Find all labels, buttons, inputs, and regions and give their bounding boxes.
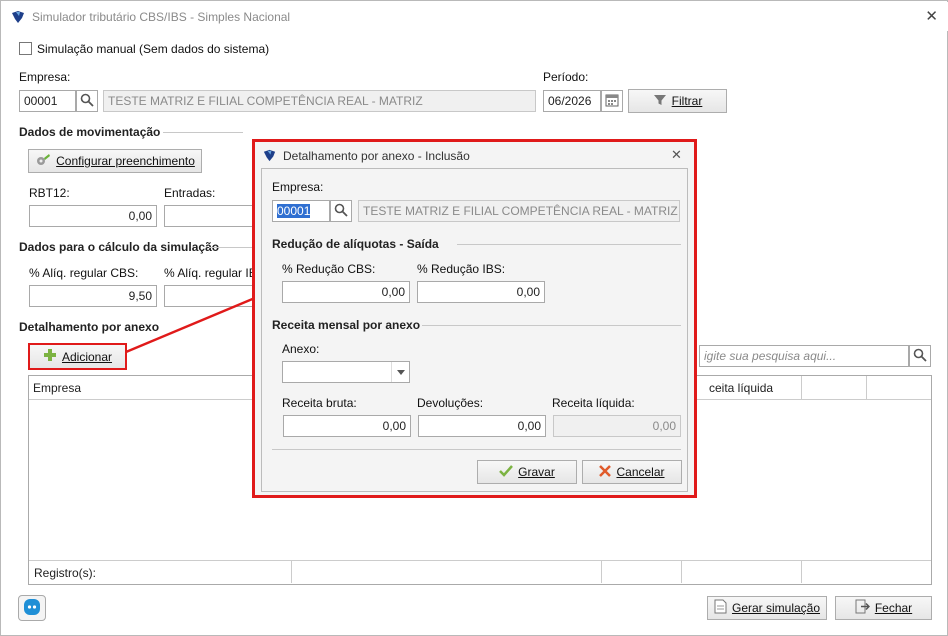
dialog-empresa-name-field: TESTE MATRIZ E FILIAL COMPETÊNCIA REAL -… bbox=[358, 200, 680, 222]
cancel-button-label: Cancelar bbox=[616, 465, 665, 479]
receita-section-title: Receita mensal por anexo bbox=[272, 318, 421, 332]
reducao-separator bbox=[457, 244, 681, 245]
anexo-select[interactable] bbox=[282, 361, 410, 383]
dialog-empresa-code-input[interactable]: 00001 bbox=[272, 200, 330, 222]
chevron-down-icon bbox=[391, 362, 409, 382]
search-icon bbox=[334, 203, 348, 220]
reducao-cbs-input[interactable]: 0,00 bbox=[282, 281, 410, 303]
dialog-logo-icon bbox=[262, 148, 277, 166]
devolucoes-label: Devoluções: bbox=[417, 396, 484, 410]
receita-liquida-label: Receita líquida: bbox=[552, 396, 635, 410]
devolucoes-input[interactable]: 0,00 bbox=[418, 415, 546, 437]
receita-liquida-field: 0,00 bbox=[553, 415, 681, 437]
receita-bruta-label: Receita bruta: bbox=[282, 396, 357, 410]
check-icon bbox=[499, 464, 514, 480]
close-icon bbox=[599, 464, 612, 480]
receita-separator bbox=[422, 325, 681, 326]
cancel-button[interactable]: Cancelar bbox=[582, 460, 682, 484]
dialog-empresa-code-text: 00001 bbox=[277, 204, 311, 218]
dialog-body: Empresa: 00001 TESTE MATRIZ E FILIAL COM… bbox=[261, 168, 688, 492]
reducao-cbs-label: % Redução CBS: bbox=[282, 262, 376, 276]
anexo-label: Anexo: bbox=[282, 342, 320, 356]
reducao-ibs-input[interactable]: 0,00 bbox=[417, 281, 545, 303]
inclusion-dialog: Detalhamento por anexo - Inclusão ✕ Empr… bbox=[252, 139, 697, 498]
receita-bruta-input[interactable]: 0,00 bbox=[283, 415, 411, 437]
save-button[interactable]: Gravar bbox=[477, 460, 577, 484]
dialog-empresa-label: Empresa: bbox=[272, 180, 324, 194]
dialog-button-separator bbox=[272, 449, 681, 450]
reducao-section-title: Redução de alíquotas - Saída bbox=[272, 237, 439, 251]
dialog-empresa-search-button[interactable] bbox=[330, 200, 352, 222]
dialog-close-icon[interactable]: ✕ bbox=[671, 147, 682, 163]
dialog-title: Detalhamento por anexo - Inclusão bbox=[283, 149, 470, 163]
save-button-label: Gravar bbox=[518, 465, 555, 479]
reducao-ibs-label: % Redução IBS: bbox=[417, 262, 506, 276]
